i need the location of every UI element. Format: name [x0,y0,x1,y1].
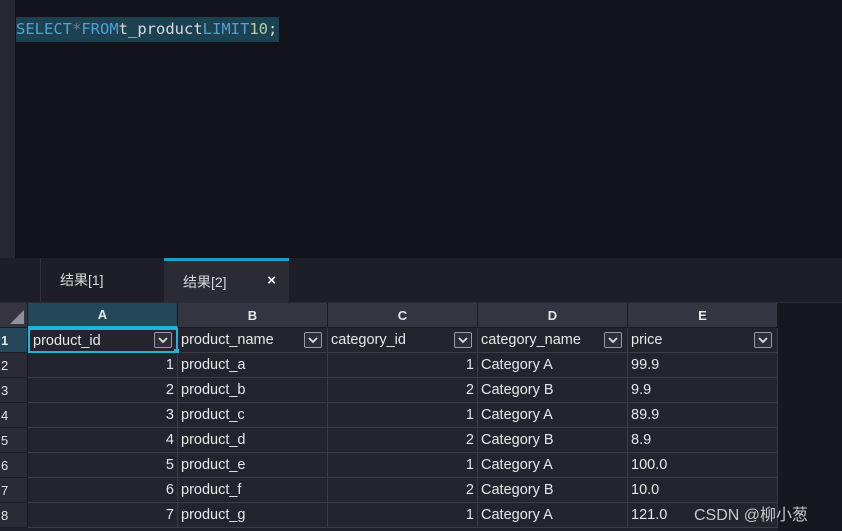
table-cell[interactable]: 1 [328,453,478,478]
close-icon[interactable]: × [267,272,276,289]
row-header-6[interactable]: 6 [0,453,28,478]
row-header-2[interactable]: 2 [0,353,28,378]
table-cell[interactable]: 1 [328,353,478,378]
row-header-8[interactable]: 8 [0,503,28,528]
table-cell[interactable]: 100.0 [628,453,778,478]
sql-limit-value: 10 [249,20,269,38]
table-cell[interactable]: 1 [28,353,178,378]
table-cell[interactable]: Category B [478,378,628,403]
column-header-e[interactable]: E [628,303,778,328]
sql-star: * [72,20,82,38]
table-cell[interactable]: product_e [178,453,328,478]
select-all-triangle-icon [10,310,24,324]
table-cell[interactable]: product_a [178,353,328,378]
table-cell[interactable]: Category B [478,478,628,503]
watermark: CSDN @柳小葱 [694,507,809,524]
table-cell[interactable]: product_g [178,503,328,528]
table-cell[interactable]: 3 [28,403,178,428]
sql-statement-line[interactable]: SELECT * FROM t_product LIMIT 10; [16,17,280,42]
chevron-down-icon[interactable] [154,332,172,348]
table-cell[interactable]: 2 [28,378,178,403]
tab-result-2[interactable]: 结果[2] × [164,258,289,302]
header-cell-label: category_name [481,332,581,348]
table-cell[interactable]: 99.9 [628,353,778,378]
header-cell-label: product_id [33,332,101,349]
header-cell-label: product_name [181,332,274,348]
result-grid[interactable]: A B C D E 1 2 3 4 5 6 7 8 product_id product_name categ… [0,303,778,531]
grid-empty-area [778,303,842,531]
select-all-corner[interactable] [0,303,28,328]
table-cell[interactable]: Category A [478,403,628,428]
table-cell[interactable]: 1 [328,503,478,528]
table-cell[interactable]: Category A [478,353,628,378]
table-cell[interactable]: product_d [178,428,328,453]
chevron-down-icon[interactable] [754,332,772,348]
table-cell[interactable]: 8.9 [628,428,778,453]
table-cell[interactable]: product_f [178,478,328,503]
column-header-a[interactable]: A [28,303,178,328]
row-header-4[interactable]: 4 [0,403,28,428]
table-cell[interactable]: 2 [328,428,478,453]
sql-keyword-select: SELECT [16,20,72,38]
table-cell[interactable]: 6 [28,478,178,503]
table-cell[interactable]: Category A [478,453,628,478]
sql-terminator: ; [268,20,278,38]
tab-result-1-label: 结果[1] [60,272,104,288]
sql-keyword-limit: LIMIT [202,20,250,38]
table-cell[interactable]: 4 [28,428,178,453]
result-tabbar: 结果[1] 结果[2] × [0,258,842,303]
table-cell[interactable]: 10.0 [628,478,778,503]
column-header-c[interactable]: C [328,303,478,328]
table-cell[interactable]: product_c [178,403,328,428]
column-header-d[interactable]: D [478,303,628,328]
table-cell[interactable]: product_b [178,378,328,403]
row-header-3[interactable]: 3 [0,378,28,403]
table-cell[interactable]: 1 [328,403,478,428]
chevron-down-icon[interactable] [454,332,472,348]
table-cell[interactable]: 89.9 [628,403,778,428]
table-cell[interactable]: 7 [28,503,178,528]
table-cell[interactable]: 9.9 [628,378,778,403]
row-header-7[interactable]: 7 [0,478,28,503]
chevron-down-icon[interactable] [604,332,622,348]
header-cell-label: price [631,332,663,348]
column-header-b[interactable]: B [178,303,328,328]
table-cell[interactable]: 2 [328,378,478,403]
editor-gutter [0,0,15,258]
table-cell[interactable]: Category A [478,503,628,528]
table-cell[interactable]: Category B [478,428,628,453]
sql-table-name: t_product [118,20,203,38]
row-header-5[interactable]: 5 [0,428,28,453]
sql-editor[interactable]: SELECT * FROM t_product LIMIT 10; [0,0,842,258]
table-cell[interactable]: 2 [328,478,478,503]
tab-result-2-label: 结果[2] [183,273,227,290]
row-header-1[interactable]: 1 [0,328,28,353]
table-cell[interactable]: 5 [28,453,178,478]
header-cell-label: category_id [331,332,406,348]
chevron-down-icon[interactable] [304,332,322,348]
tab-result-1[interactable]: 结果[1] [40,258,164,302]
sql-keyword-from: FROM [81,20,119,38]
